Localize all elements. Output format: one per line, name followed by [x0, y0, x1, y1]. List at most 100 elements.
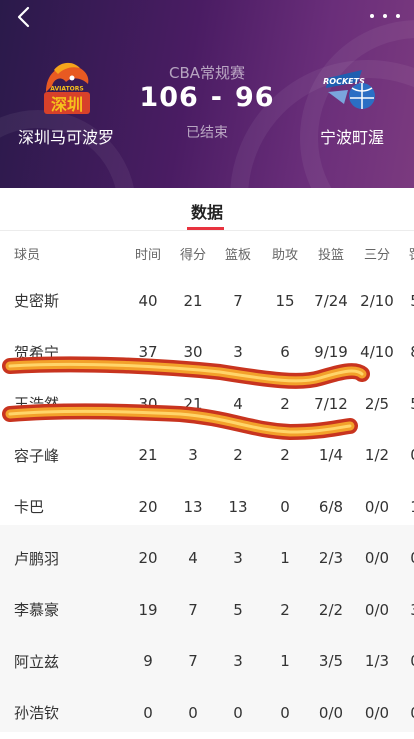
tab-bar: 数据 — [0, 188, 414, 231]
player-name[interactable]: 史密斯 — [14, 275, 104, 327]
home-score: 106 — [139, 82, 199, 113]
column-header-time[interactable]: 时间 — [126, 231, 170, 275]
stat-three-pointers: 1/2 — [364, 446, 390, 465]
stat-free-throws: 5 — [400, 275, 414, 327]
stat-free-throws: 0 — [400, 533, 414, 585]
player-row[interactable]: 卢鹏羽 20 4 3 1 2/3 0/0 0 — [0, 533, 414, 585]
stat-three-pointers: 0/0 — [364, 703, 390, 722]
stat-field-goals: 0/0 — [318, 703, 344, 722]
stat-time: 9 — [143, 652, 153, 671]
game-header: AVIATORS 深圳 深圳马可波罗 ROCKETS 宁波町渥 CBA常规赛 1… — [0, 0, 414, 188]
league-label: CBA常规赛 — [168, 64, 246, 82]
chevron-left-icon — [17, 6, 30, 28]
player-row[interactable]: 阿立兹 9 7 3 1 3/5 1/3 0 — [0, 636, 414, 688]
stat-time: 37 — [138, 343, 158, 362]
player-name[interactable]: 阿立兹 — [14, 636, 104, 688]
stat-time: 19 — [138, 600, 158, 619]
player-row[interactable]: 容子峰 21 3 2 2 1/4 1/2 0 — [0, 430, 414, 482]
stat-free-throws: 0 — [400, 636, 414, 688]
stat-assists: 2 — [280, 394, 290, 413]
player-row[interactable]: 李慕豪 19 7 5 2 2/2 0/0 3 — [0, 584, 414, 636]
stat-field-goals: 7/24 — [314, 291, 348, 310]
player-name[interactable]: 卡巴 — [14, 481, 104, 533]
stat-rebounds: 3 — [233, 652, 243, 671]
stat-free-throws: 8 — [400, 327, 414, 379]
stat-rebounds: 2 — [233, 446, 243, 465]
stat-points: 4 — [188, 549, 198, 568]
stat-assists: 1 — [280, 549, 290, 568]
stat-three-pointers: 4/10 — [360, 343, 394, 362]
stat-rebounds: 3 — [233, 343, 243, 362]
stat-time: 40 — [138, 291, 158, 310]
column-header-player[interactable]: 球员 — [14, 231, 104, 275]
player-row[interactable]: 孙浩钦 0 0 0 0 0/0 0/0 0 — [0, 687, 414, 739]
stat-field-goals: 7/12 — [314, 394, 348, 413]
player-name[interactable]: 孙浩钦 — [14, 687, 104, 739]
stat-assists: 2 — [280, 446, 290, 465]
stat-field-goals: 6/8 — [318, 497, 344, 516]
score-separator: - — [210, 82, 223, 113]
stat-points: 21 — [183, 291, 203, 310]
player-name[interactable]: 容子峰 — [14, 430, 104, 482]
column-header-assists[interactable]: 助攻 — [263, 231, 307, 275]
column-header-free-throws[interactable]: 罚 — [400, 231, 414, 275]
column-header-points[interactable]: 得分 — [171, 231, 215, 275]
stat-field-goals: 3/5 — [318, 652, 344, 671]
stat-rebounds: 4 — [233, 394, 243, 413]
stat-time: 20 — [138, 497, 158, 516]
stat-assists: 2 — [280, 600, 290, 619]
stat-three-pointers: 0/0 — [364, 600, 390, 619]
stat-assists: 0 — [280, 497, 290, 516]
stat-assists: 6 — [280, 343, 290, 362]
stat-points: 3 — [188, 446, 198, 465]
back-button[interactable] — [10, 4, 36, 30]
table-header: 球员时间得分篮板助攻投篮三分罚 — [0, 231, 414, 275]
stat-assists: 1 — [280, 652, 290, 671]
stat-time: 20 — [138, 549, 158, 568]
final-score: 106-96 — [0, 82, 414, 113]
stat-points: 0 — [188, 703, 198, 722]
stat-points: 13 — [183, 497, 203, 516]
tab-stats[interactable]: 数据 — [0, 199, 414, 223]
stat-points: 7 — [188, 600, 198, 619]
stat-rebounds: 3 — [233, 549, 243, 568]
player-row[interactable]: 贺希宁 37 30 3 6 9/19 4/10 8 — [0, 327, 414, 379]
more-button[interactable] — [370, 6, 400, 26]
active-tab-indicator — [187, 227, 224, 230]
player-stats-table: 球员时间得分篮板助攻投篮三分罚史密斯40217157/242/105贺希宁373… — [0, 231, 414, 739]
more-icon — [370, 14, 374, 18]
player-name[interactable]: 李慕豪 — [14, 584, 104, 636]
stat-free-throws: 1 — [400, 481, 414, 533]
player-row[interactable]: 王浩然 30 21 4 2 7/12 2/5 5 — [0, 378, 414, 430]
player-row[interactable]: 史密斯 40 21 7 15 7/24 2/10 5 — [0, 275, 414, 327]
player-name[interactable]: 王浩然 — [14, 378, 104, 430]
stat-rebounds: 13 — [228, 497, 248, 516]
stat-rebounds: 5 — [233, 600, 243, 619]
column-header-rebounds[interactable]: 篮板 — [216, 231, 260, 275]
stat-points: 30 — [183, 343, 203, 362]
stat-time: 0 — [143, 703, 153, 722]
stat-free-throws: 3 — [400, 584, 414, 636]
column-header-three-pointers[interactable]: 三分 — [354, 231, 400, 275]
game-status: 已结束 — [186, 125, 228, 141]
stat-free-throws: 0 — [400, 430, 414, 482]
stat-field-goals: 2/3 — [318, 549, 344, 568]
stat-free-throws: 5 — [400, 378, 414, 430]
stat-field-goals: 9/19 — [314, 343, 348, 362]
column-header-field-goals[interactable]: 投篮 — [306, 231, 356, 275]
stat-time: 30 — [138, 394, 158, 413]
stat-rebounds: 7 — [233, 291, 243, 310]
stat-field-goals: 2/2 — [318, 600, 344, 619]
player-row[interactable]: 卡巴 20 13 13 0 6/8 0/0 1 — [0, 481, 414, 533]
stat-time: 21 — [138, 446, 158, 465]
stat-three-pointers: 0/0 — [364, 549, 390, 568]
player-name[interactable]: 卢鹏羽 — [14, 533, 104, 585]
player-name[interactable]: 贺希宁 — [14, 327, 104, 379]
stat-assists: 15 — [275, 291, 295, 310]
stat-points: 21 — [183, 394, 203, 413]
stat-rebounds: 0 — [233, 703, 243, 722]
stat-free-throws: 0 — [400, 687, 414, 739]
stat-three-pointers: 2/5 — [364, 394, 390, 413]
stat-field-goals: 1/4 — [318, 446, 344, 465]
stat-three-pointers: 1/3 — [364, 652, 390, 671]
